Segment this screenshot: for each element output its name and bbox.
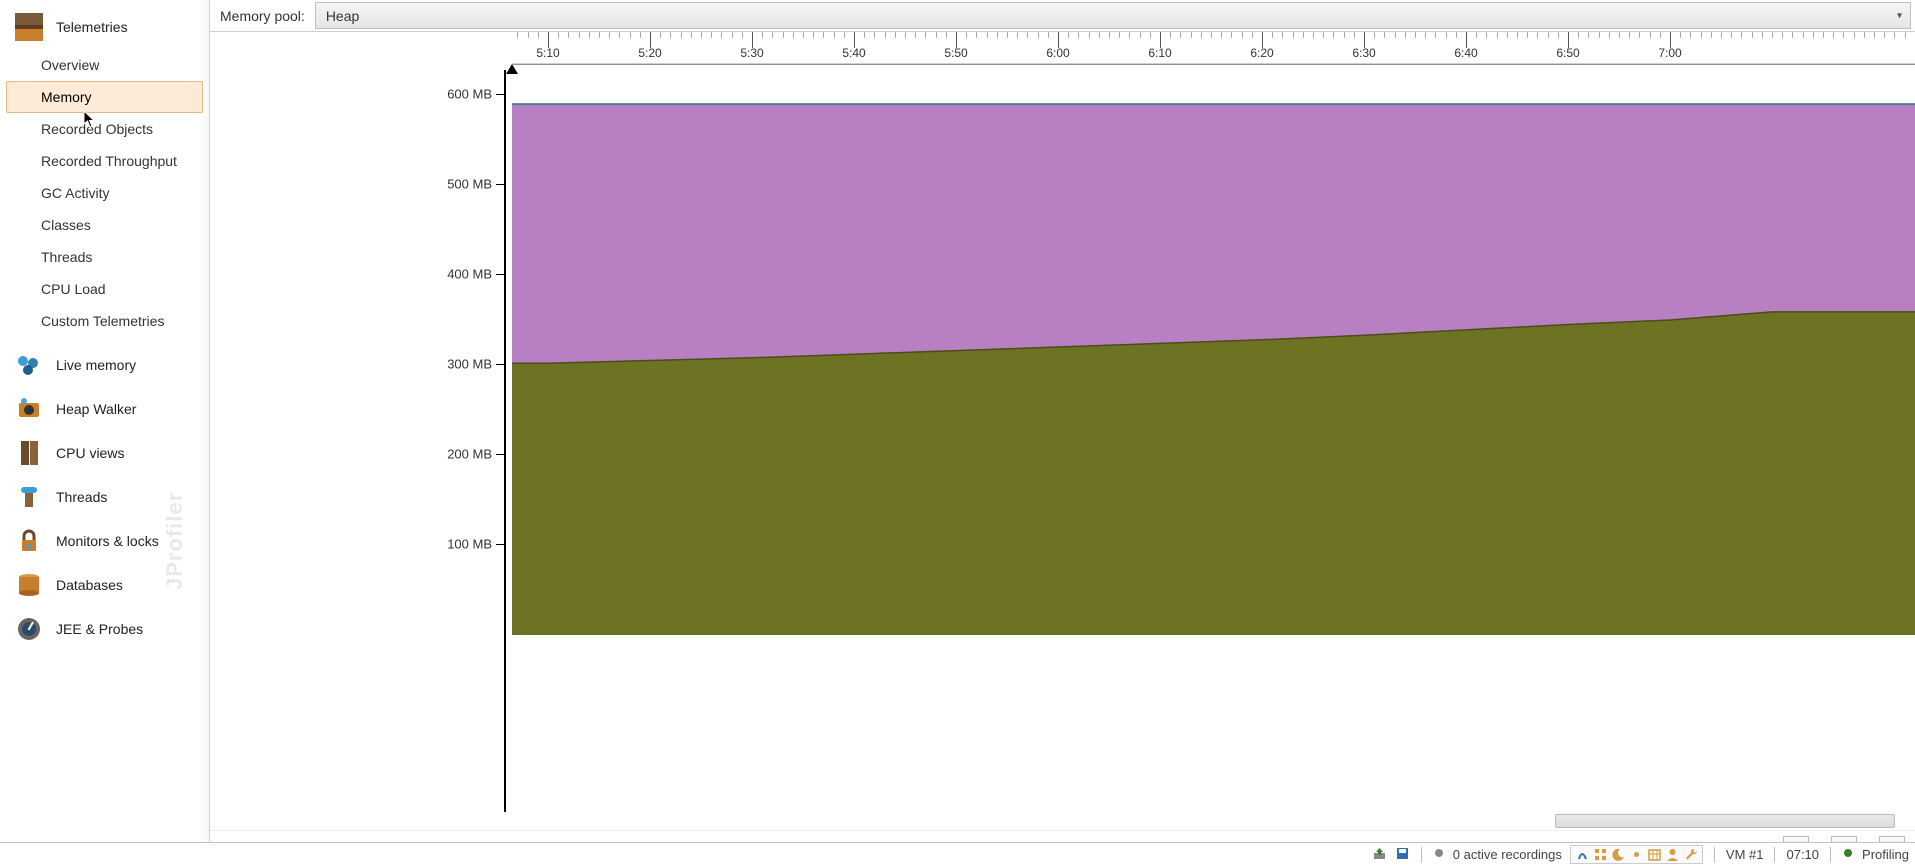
time-tick-label: 6:30 <box>1352 46 1375 60</box>
sidebar-item-gc-activity[interactable]: GC Activity <box>6 177 203 209</box>
status-grid-icon <box>1593 847 1608 862</box>
sidebar-cat-cpu-views[interactable]: CPU views <box>0 431 209 475</box>
sidebar-item-cpu-load[interactable]: CPU Load <box>6 273 203 305</box>
status-wrench-icon <box>1683 847 1698 862</box>
memory-pool-value: Heap <box>326 8 359 24</box>
time-tick-label: 5:40 <box>842 46 865 60</box>
y-tick-label: 100 MB <box>447 537 492 552</box>
sidebar-cat-label: CPU views <box>56 445 124 461</box>
telemetries-icon <box>14 12 44 42</box>
scrollbar-thumb[interactable] <box>1555 814 1895 828</box>
monitors-locks-icon <box>14 526 44 556</box>
y-tick-label: 500 MB <box>447 177 492 192</box>
sidebar-cat-live-memory[interactable]: Live memory <box>0 343 209 387</box>
status-save-icon[interactable] <box>1395 846 1410 864</box>
chart-horizontal-scrollbar[interactable] <box>512 812 1915 830</box>
status-recordings: 0 active recordings <box>1453 847 1562 862</box>
sidebar-cat-threads[interactable]: Threads <box>0 475 209 519</box>
heap-walker-icon <box>14 394 44 424</box>
sidebar-cat-telemetries[interactable]: Telemetries <box>0 4 209 49</box>
memory-pool-label: Memory pool: <box>210 0 315 31</box>
sidebar-item-classes[interactable]: Classes <box>6 209 203 241</box>
time-tick-label: 5:20 <box>638 46 661 60</box>
sidebar-item-threads[interactable]: Threads <box>6 241 203 273</box>
time-tick-label: 6:50 <box>1556 46 1579 60</box>
sidebar-item-custom-telemetries[interactable]: Custom Telemetries <box>6 305 203 337</box>
sidebar-cat-jee-probes[interactable]: JEE & Probes <box>0 607 209 651</box>
jee-probes-icon <box>14 614 44 644</box>
time-tick-label: 6:40 <box>1454 46 1477 60</box>
databases-icon <box>14 570 44 600</box>
time-tick-label: 6:20 <box>1250 46 1273 60</box>
chevron-down-icon: ▾ <box>1897 10 1902 21</box>
y-tick-label: 200 MB <box>447 447 492 462</box>
main-panel: Memory pool: Heap ▾ 5:10 5:20 5:30 5:40 5:50… <box>210 0 1915 866</box>
sidebar-cat-label: JEE & Probes <box>56 621 143 637</box>
memory-pool-select[interactable]: Heap ▾ <box>315 2 1911 29</box>
status-probe-iconbar[interactable] <box>1570 845 1703 864</box>
memory-pool-bar: Memory pool: Heap ▾ <box>210 0 1915 32</box>
chart-area[interactable]: 600 MB 500 MB 400 MB 300 MB 200 MB 100 MB <box>210 64 1915 812</box>
y-tick-label: 300 MB <box>447 357 492 372</box>
time-tick-label: 5:30 <box>740 46 763 60</box>
live-memory-icon <box>14 350 44 380</box>
time-tick-label: 5:50 <box>944 46 967 60</box>
status-record-dot-icon <box>1629 847 1644 862</box>
y-axis: 600 MB 500 MB 400 MB 300 MB 200 MB 100 MB <box>210 64 512 812</box>
time-tick-label: 6:10 <box>1148 46 1171 60</box>
time-tick-label: 5:10 <box>536 46 559 60</box>
status-export-icon[interactable] <box>1372 846 1387 864</box>
sidebar-cat-monitors-locks[interactable]: Monitors & locks <box>0 519 209 563</box>
sidebar-item-overview[interactable]: Overview <box>6 49 203 81</box>
status-bar: 0 active recordings VM #1 07:10 Profilin… <box>0 842 1915 866</box>
status-probe-icon <box>1575 847 1590 862</box>
sidebar-cat-heap-walker[interactable]: Heap Walker <box>0 387 209 431</box>
y-tick-label: 400 MB <box>447 267 492 282</box>
sidebar-cat-label: Live memory <box>56 357 136 373</box>
status-dot-icon <box>1433 847 1445 862</box>
status-user-icon <box>1665 847 1680 862</box>
sidebar-cat-databases[interactable]: Databases <box>0 563 209 607</box>
status-state-icon <box>1842 847 1854 862</box>
sidebar-cat-label: Telemetries <box>56 19 128 35</box>
sidebar-cat-label: Databases <box>56 577 123 593</box>
status-moon-icon <box>1611 847 1626 862</box>
status-state: Profiling <box>1862 847 1909 862</box>
sidebar-cat-label: Heap Walker <box>56 401 136 417</box>
threads-icon <box>14 482 44 512</box>
sidebar: Telemetries Overview Memory Recorded Obj… <box>0 0 210 866</box>
sidebar-item-memory[interactable]: Memory <box>6 81 203 113</box>
status-time: 07:10 <box>1786 847 1819 862</box>
status-vm: VM #1 <box>1726 847 1764 862</box>
sidebar-cat-label: Threads <box>56 489 107 505</box>
time-tick-label: 6:00 <box>1046 46 1069 60</box>
chart-plot[interactable] <box>512 64 1915 812</box>
time-axis: 5:10 5:20 5:30 5:40 5:50 6:00 6:10 6:20 6:30 6:40… <box>512 32 1915 64</box>
y-axis-line <box>504 70 506 812</box>
y-tick-label: 600 MB <box>447 87 492 102</box>
sidebar-item-recorded-throughput[interactable]: Recorded Throughput <box>6 145 203 177</box>
sidebar-item-recorded-objects[interactable]: Recorded Objects <box>6 113 203 145</box>
cpu-views-icon <box>14 438 44 468</box>
status-calendar-icon <box>1647 847 1662 862</box>
sidebar-cat-label: Monitors & locks <box>56 533 159 549</box>
time-tick-label: 7:00 <box>1658 46 1681 60</box>
